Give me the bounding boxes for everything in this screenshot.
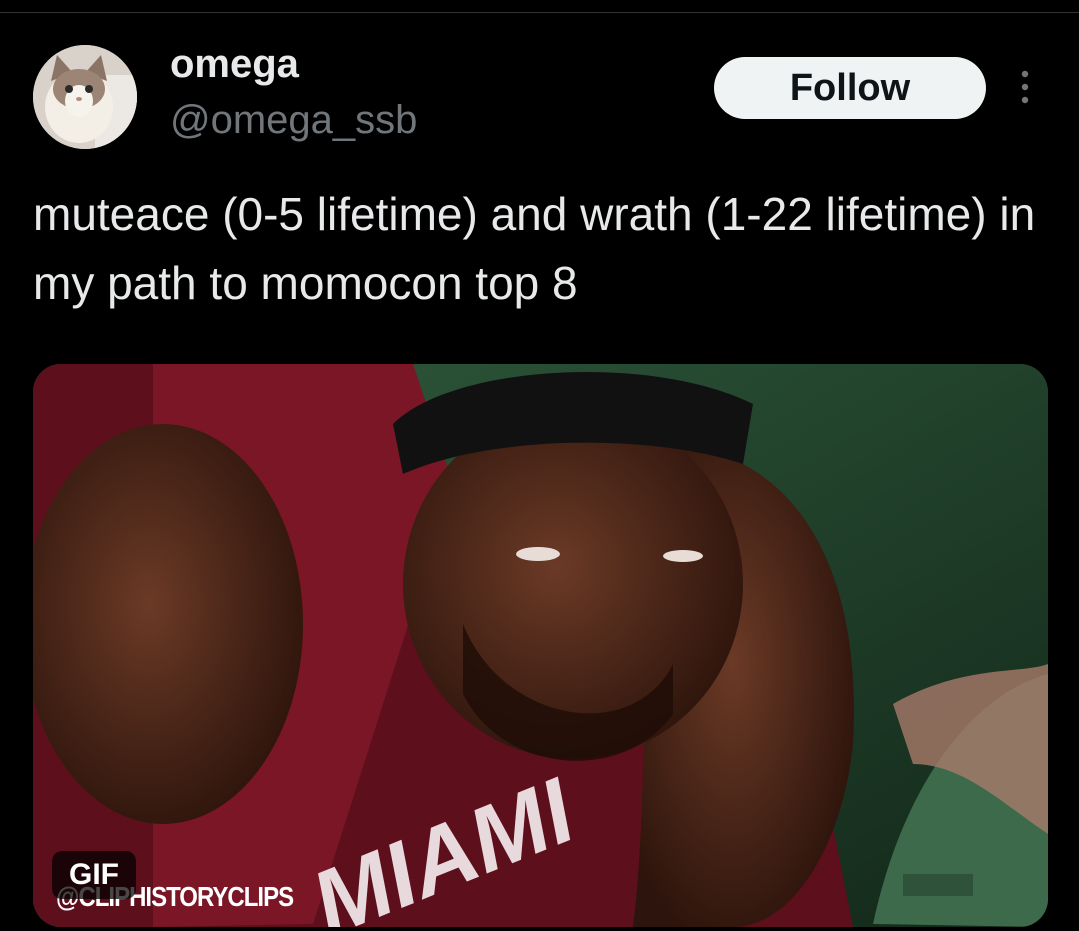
tweet-media-gif[interactable]: MIAMI <box>33 364 1048 927</box>
top-divider <box>0 12 1079 13</box>
gif-frame: MIAMI <box>33 364 1048 927</box>
gif-badge: GIF <box>52 851 136 899</box>
follow-button[interactable]: Follow <box>714 57 986 119</box>
cat-avatar-icon <box>33 45 137 149</box>
author-avatar[interactable] <box>33 45 137 149</box>
author-handle[interactable]: @omega_ssb <box>170 96 417 144</box>
tweet-text: muteace (0-5 lifetime) and wrath (1-22 l… <box>33 188 1036 309</box>
more-vertical-icon[interactable] <box>1010 66 1040 108</box>
author-display-name[interactable]: omega <box>170 40 299 88</box>
